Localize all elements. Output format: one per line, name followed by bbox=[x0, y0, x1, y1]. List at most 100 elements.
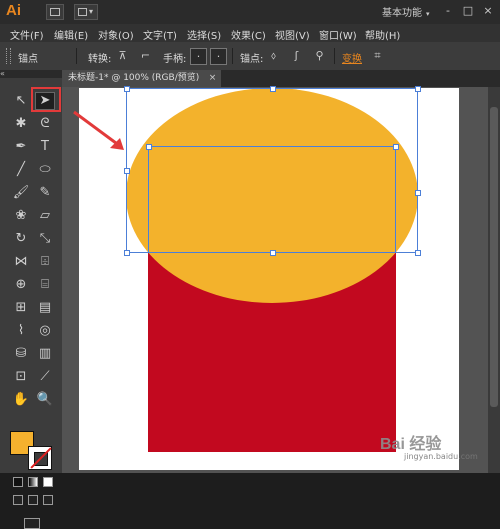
menu-view[interactable]: 视图(V) bbox=[275, 27, 310, 42]
stroke-swatch[interactable] bbox=[28, 446, 52, 470]
shape-builder-icon[interactable]: ⊕ bbox=[11, 276, 31, 294]
menu-select[interactable]: 选择(S) bbox=[187, 27, 221, 42]
none-mode-icon[interactable] bbox=[43, 477, 53, 487]
watermark: Bai 经验 bbox=[380, 436, 442, 453]
document-tab-title: 未标题-1* @ 100% (RGB/预览) bbox=[68, 73, 200, 83]
column-graph-icon[interactable]: ▥ bbox=[35, 345, 55, 363]
cut-path-icon[interactable]: ʃ bbox=[289, 48, 304, 63]
control-bar: 锚点 转换: ⊼ ⌐ 手柄: · · 锚点: ⬨ ʃ ⚲ 变换 ⌗ bbox=[0, 42, 500, 71]
tab-bar: 未标题-1* @ 100% (RGB/预览) × bbox=[62, 70, 500, 87]
draw-normal-icon[interactable] bbox=[13, 495, 23, 505]
symbol-sprayer-icon[interactable]: ⛁ bbox=[11, 345, 31, 363]
scale-icon[interactable]: ⤡ bbox=[35, 230, 55, 248]
eraser-icon[interactable]: ▱ bbox=[35, 207, 55, 225]
convert-label: 转换: bbox=[88, 54, 112, 65]
gradient-icon[interactable]: ▤ bbox=[35, 299, 55, 317]
perspective-grid-icon[interactable]: ⌸ bbox=[35, 276, 55, 294]
close-icon[interactable]: × bbox=[209, 70, 217, 87]
draw-inside-icon[interactable] bbox=[43, 495, 53, 505]
draw-behind-icon[interactable] bbox=[28, 495, 38, 505]
tools-panel: « ↖ ➤ ✱ ᘓ ✒ T ╱ ⬭ 🖌 ✎ ❀ ▱ ↻ ⤡ ⋈ ⌹ ⊕ ⌸ ⊞ ▤ ⌇ ◎ ⛁ ▥ ⊡ ⟋ ✋ 🔍 bbox=[0, 70, 62, 529]
separator bbox=[76, 48, 77, 64]
menu-file[interactable]: 文件(F) bbox=[10, 27, 44, 42]
show-handles-icon[interactable]: · bbox=[190, 48, 207, 65]
menu-help[interactable]: 帮助(H) bbox=[365, 27, 400, 42]
maximize-icon: □ bbox=[462, 4, 474, 17]
hide-handles-icon[interactable]: · bbox=[210, 48, 227, 65]
gradient-mode-icon[interactable] bbox=[28, 477, 38, 487]
ellipse-icon[interactable]: ⬭ bbox=[35, 161, 55, 179]
rotate-icon[interactable]: ↻ bbox=[11, 230, 31, 248]
menu-type[interactable]: 文字(T) bbox=[143, 27, 177, 42]
maximize-button[interactable]: □ bbox=[460, 3, 476, 19]
pen-icon[interactable]: ✒ bbox=[11, 138, 31, 156]
anchor-point[interactable] bbox=[146, 144, 152, 150]
line-icon[interactable]: ╱ bbox=[11, 161, 31, 179]
bbox-handle[interactable] bbox=[415, 250, 421, 256]
cut-anchor-icon[interactable]: ⚲ bbox=[312, 48, 327, 63]
bbox-handle[interactable] bbox=[415, 190, 421, 196]
isolate-icon[interactable]: ⌗ bbox=[370, 48, 385, 63]
bbox-handle[interactable] bbox=[270, 250, 276, 256]
bbox-handle[interactable] bbox=[124, 250, 130, 256]
scroll-thumb[interactable] bbox=[490, 107, 498, 407]
vertical-scrollbar[interactable] bbox=[488, 87, 500, 473]
anchor-point[interactable] bbox=[393, 144, 399, 150]
bridge-icon bbox=[50, 8, 60, 16]
tool-highlight-frame bbox=[31, 87, 61, 112]
menu-effect[interactable]: 效果(C) bbox=[231, 27, 266, 42]
eyedropper-icon[interactable]: ⌇ bbox=[11, 322, 31, 340]
slice-icon[interactable]: ⟋ bbox=[35, 368, 55, 386]
menu-edit[interactable]: 编辑(E) bbox=[54, 27, 88, 42]
workspace-switcher[interactable]: 基本功能 ▾ bbox=[382, 4, 430, 19]
blob-brush-icon[interactable]: ❀ bbox=[11, 207, 31, 225]
paintbrush-icon[interactable]: 🖌 bbox=[11, 184, 31, 202]
artboard-icon[interactable]: ⊡ bbox=[11, 368, 31, 386]
pencil-icon[interactable]: ✎ bbox=[35, 184, 55, 202]
color-mode-icon[interactable] bbox=[13, 477, 23, 487]
screen-mode-icon[interactable] bbox=[24, 518, 40, 529]
anchor-points-label: 锚点: bbox=[240, 54, 264, 65]
chevron-down-icon: ▾ bbox=[89, 7, 94, 16]
zoom-icon[interactable]: 🔍 bbox=[35, 391, 55, 409]
workspace-label: 基本功能 bbox=[382, 8, 422, 19]
arrange-documents-button[interactable]: ▾ bbox=[74, 4, 98, 20]
free-transform-icon[interactable]: ⌹ bbox=[35, 253, 55, 271]
type-icon[interactable]: T bbox=[35, 138, 55, 156]
mesh-icon[interactable]: ⊞ bbox=[11, 299, 31, 317]
callout-arrow-icon bbox=[73, 110, 124, 150]
anchor-label: 锚点 bbox=[18, 54, 38, 65]
document-tab[interactable]: 未标题-1* @ 100% (RGB/预览) × bbox=[62, 70, 222, 87]
separator bbox=[232, 48, 233, 64]
magic-wand-icon[interactable]: ✱ bbox=[11, 115, 31, 133]
menu-bar: 文件(F) 编辑(E) 对象(O) 文字(T) 选择(S) 效果(C) 视图(V… bbox=[0, 24, 500, 42]
bbox-handle[interactable] bbox=[124, 86, 130, 92]
menu-object[interactable]: 对象(O) bbox=[98, 27, 134, 42]
convert-smooth-icon[interactable]: ⌐ bbox=[138, 48, 153, 63]
minimize-button[interactable]: - bbox=[440, 3, 456, 19]
rectangle-path-outline bbox=[148, 146, 396, 253]
arrange-grid-icon bbox=[78, 8, 87, 16]
bbox-handle[interactable] bbox=[270, 86, 276, 92]
close-icon: × bbox=[483, 4, 493, 17]
blend-icon[interactable]: ◎ bbox=[35, 322, 55, 340]
transform-link[interactable]: 变换 bbox=[342, 50, 362, 65]
panel-grip[interactable] bbox=[6, 48, 11, 64]
color-swatches bbox=[8, 430, 58, 470]
selection-icon[interactable]: ↖ bbox=[11, 92, 31, 110]
minimize-icon: - bbox=[446, 4, 450, 17]
watermark-url: jingyan.baidu.com bbox=[404, 452, 478, 461]
convert-corner-icon[interactable]: ⊼ bbox=[115, 48, 130, 63]
menu-window[interactable]: 窗口(W) bbox=[319, 27, 357, 42]
bbox-handle[interactable] bbox=[415, 86, 421, 92]
handles-label: 手柄: bbox=[163, 54, 187, 65]
bbox-handle[interactable] bbox=[124, 168, 130, 174]
title-bar: Ai ▾ 基本功能 ▾ - □ × bbox=[0, 0, 500, 24]
panel-collapse-icon[interactable]: « bbox=[0, 70, 62, 78]
remove-anchor-icon[interactable]: ⬨ bbox=[266, 48, 281, 63]
width-icon[interactable]: ⋈ bbox=[11, 253, 31, 271]
lasso-icon[interactable]: ᘓ bbox=[35, 115, 55, 133]
close-button[interactable]: × bbox=[480, 3, 496, 19]
bridge-button[interactable] bbox=[46, 4, 64, 20]
hand-icon[interactable]: ✋ bbox=[11, 391, 31, 409]
